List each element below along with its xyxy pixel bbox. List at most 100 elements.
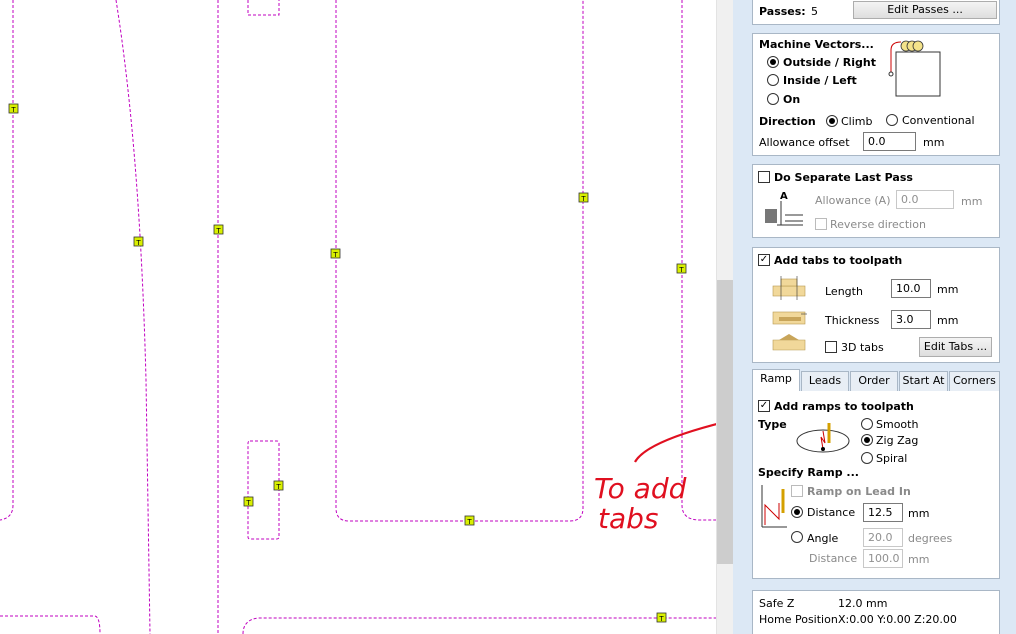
ramp-angle-input[interactable]: 20.0 bbox=[863, 528, 903, 547]
tab-thickness-label: Thickness bbox=[825, 314, 880, 327]
tab-marker-label: T bbox=[245, 499, 251, 507]
vector-path-bottom-mid bbox=[242, 617, 716, 634]
zigzag-label[interactable]: Zig Zag bbox=[876, 434, 918, 447]
tab-order[interactable]: Order bbox=[850, 371, 898, 391]
annotation-text-line1: To add bbox=[594, 472, 687, 505]
tab-marker: T bbox=[213, 224, 224, 235]
ramp-angle-label[interactable]: Angle bbox=[807, 532, 838, 545]
allowance-offset-input[interactable]: 0.0 bbox=[863, 132, 916, 151]
tab-marker: T bbox=[330, 248, 341, 259]
tab-marker: T bbox=[8, 103, 19, 114]
ramp-lead-in-checkbox[interactable] bbox=[791, 485, 803, 497]
conventional-label[interactable]: Conventional bbox=[902, 114, 975, 127]
outside-radio[interactable] bbox=[767, 56, 779, 68]
allowance-offset-label: Allowance offset bbox=[759, 136, 850, 149]
tab-start-at[interactable]: Start At bbox=[899, 371, 948, 391]
annotation-text-line2: tabs bbox=[598, 502, 659, 535]
tab-length-input[interactable]: 10.0 bbox=[891, 279, 931, 298]
passes-group: Passes: 5 Edit Passes ... bbox=[752, 0, 1000, 25]
ramp-type-label: Type bbox=[758, 418, 787, 431]
vector-path-left bbox=[0, 0, 14, 521]
canvas-scrollbar[interactable] bbox=[716, 0, 733, 634]
last-pass-allowance-icon: A bbox=[765, 191, 803, 226]
tab-marker-label: T bbox=[135, 239, 141, 247]
tab-marker: T bbox=[578, 192, 589, 203]
outside-label[interactable]: Outside / Right bbox=[783, 56, 876, 69]
inside-radio[interactable] bbox=[767, 74, 779, 86]
ramp-distance-unit: mm bbox=[908, 507, 930, 520]
zigzag-radio[interactable] bbox=[861, 434, 873, 446]
specify-ramp-label: Specify Ramp ... bbox=[758, 466, 859, 479]
ramp-distance-input[interactable]: 12.5 bbox=[863, 503, 903, 522]
tab-marker-label: T bbox=[580, 195, 586, 203]
climb-radio[interactable] bbox=[826, 115, 838, 127]
separate-last-pass-group: Do Separate Last Pass A Allowance (A) 0.… bbox=[752, 164, 1000, 238]
tab-marker-label: T bbox=[275, 483, 281, 491]
last-pass-allowance-unit: mm bbox=[961, 195, 983, 208]
conventional-radio[interactable] bbox=[886, 114, 898, 126]
tab-marker-label: T bbox=[215, 227, 221, 235]
tab-marker: T bbox=[273, 480, 284, 491]
smooth-label[interactable]: Smooth bbox=[876, 418, 918, 431]
ramp-distance-icon bbox=[761, 485, 787, 528]
tab-ramp[interactable]: Ramp bbox=[752, 369, 800, 391]
edit-passes-button[interactable]: Edit Passes ... bbox=[853, 1, 997, 19]
on-label[interactable]: On bbox=[783, 93, 800, 106]
ramp-distance2-unit: mm bbox=[908, 553, 930, 566]
tab-thickness-input[interactable]: 3.0 bbox=[891, 310, 931, 329]
tab-marker-label: T bbox=[658, 615, 664, 623]
ramp-distance-label[interactable]: Distance bbox=[807, 506, 855, 519]
tab-length-unit: mm bbox=[937, 283, 959, 296]
svg-text:A: A bbox=[780, 191, 788, 202]
vector-path-large-part bbox=[335, 0, 584, 522]
last-pass-allowance-input[interactable]: 0.0 bbox=[896, 190, 954, 209]
inside-label[interactable]: Inside / Left bbox=[783, 74, 857, 87]
tab-length-label: Length bbox=[825, 285, 863, 298]
add-tabs-title[interactable]: Add tabs to toolpath bbox=[774, 254, 902, 267]
spiral-label[interactable]: Spiral bbox=[876, 452, 907, 465]
tab-marker-label: T bbox=[678, 266, 684, 274]
safe-z-value: 12.0 mm bbox=[838, 597, 888, 610]
ramp-distance2-label: Distance bbox=[809, 552, 858, 565]
ramp-distance-radio[interactable] bbox=[791, 506, 803, 518]
tab-marker: T bbox=[464, 515, 475, 526]
add-ramps-title[interactable]: Add ramps to toolpath bbox=[774, 400, 914, 413]
tab-corners[interactable]: Corners bbox=[949, 371, 1000, 391]
edit-tabs-button[interactable]: Edit Tabs ... bbox=[919, 337, 992, 357]
smooth-radio[interactable] bbox=[861, 418, 873, 430]
separate-last-pass-title[interactable]: Do Separate Last Pass bbox=[774, 171, 913, 184]
spiral-radio[interactable] bbox=[861, 452, 873, 464]
tab-leads[interactable]: Leads bbox=[801, 371, 849, 391]
tab-dimension-icons bbox=[772, 276, 807, 351]
last-pass-allowance-label: Allowance (A) bbox=[815, 194, 891, 207]
tab-marker-label: T bbox=[332, 251, 338, 259]
tab-marker: T bbox=[243, 496, 254, 507]
3d-tabs-checkbox[interactable] bbox=[825, 341, 837, 353]
ramp-distance2-input[interactable]: 100.0 bbox=[863, 549, 903, 568]
on-radio[interactable] bbox=[767, 93, 779, 105]
ramp-tab-panel: ✓ Add ramps to toolpath Type Smooth Zig … bbox=[752, 391, 1000, 579]
reverse-direction-label[interactable]: Reverse direction bbox=[830, 218, 926, 231]
vector-path-top-slot bbox=[247, 0, 280, 16]
ramp-zigzag-icon bbox=[796, 423, 850, 453]
add-ramps-checkbox[interactable]: ✓ bbox=[758, 400, 770, 412]
ramp-lead-in-label[interactable]: Ramp on Lead In bbox=[807, 485, 911, 498]
tab-marker: T bbox=[676, 263, 687, 274]
reverse-direction-checkbox[interactable] bbox=[815, 218, 827, 230]
machine-vectors-title: Machine Vectors... bbox=[759, 38, 874, 51]
ramp-angle-radio[interactable] bbox=[791, 531, 803, 543]
home-position-label: Home Position bbox=[759, 613, 838, 626]
cutter-position-icon bbox=[888, 40, 941, 97]
3d-tabs-label[interactable]: 3D tabs bbox=[841, 341, 884, 354]
add-tabs-checkbox[interactable]: ✓ bbox=[758, 254, 770, 266]
climb-label[interactable]: Climb bbox=[841, 115, 873, 128]
vector-path-curve bbox=[115, 0, 151, 634]
home-position-value: X:0.00 Y:0.00 Z:20.00 bbox=[838, 613, 957, 626]
tab-marker: T bbox=[133, 236, 144, 247]
scrollbar-thumb[interactable] bbox=[717, 280, 733, 564]
machine-vectors-group: Machine Vectors... Outside / Right Insid… bbox=[752, 33, 1000, 156]
ramp-angle-unit: degrees bbox=[908, 532, 953, 545]
direction-label: Direction bbox=[759, 115, 816, 128]
separate-last-pass-checkbox[interactable] bbox=[758, 171, 770, 183]
toolpath-footer-group: Safe Z 12.0 mm Home Position X:0.00 Y:0.… bbox=[752, 590, 1000, 634]
